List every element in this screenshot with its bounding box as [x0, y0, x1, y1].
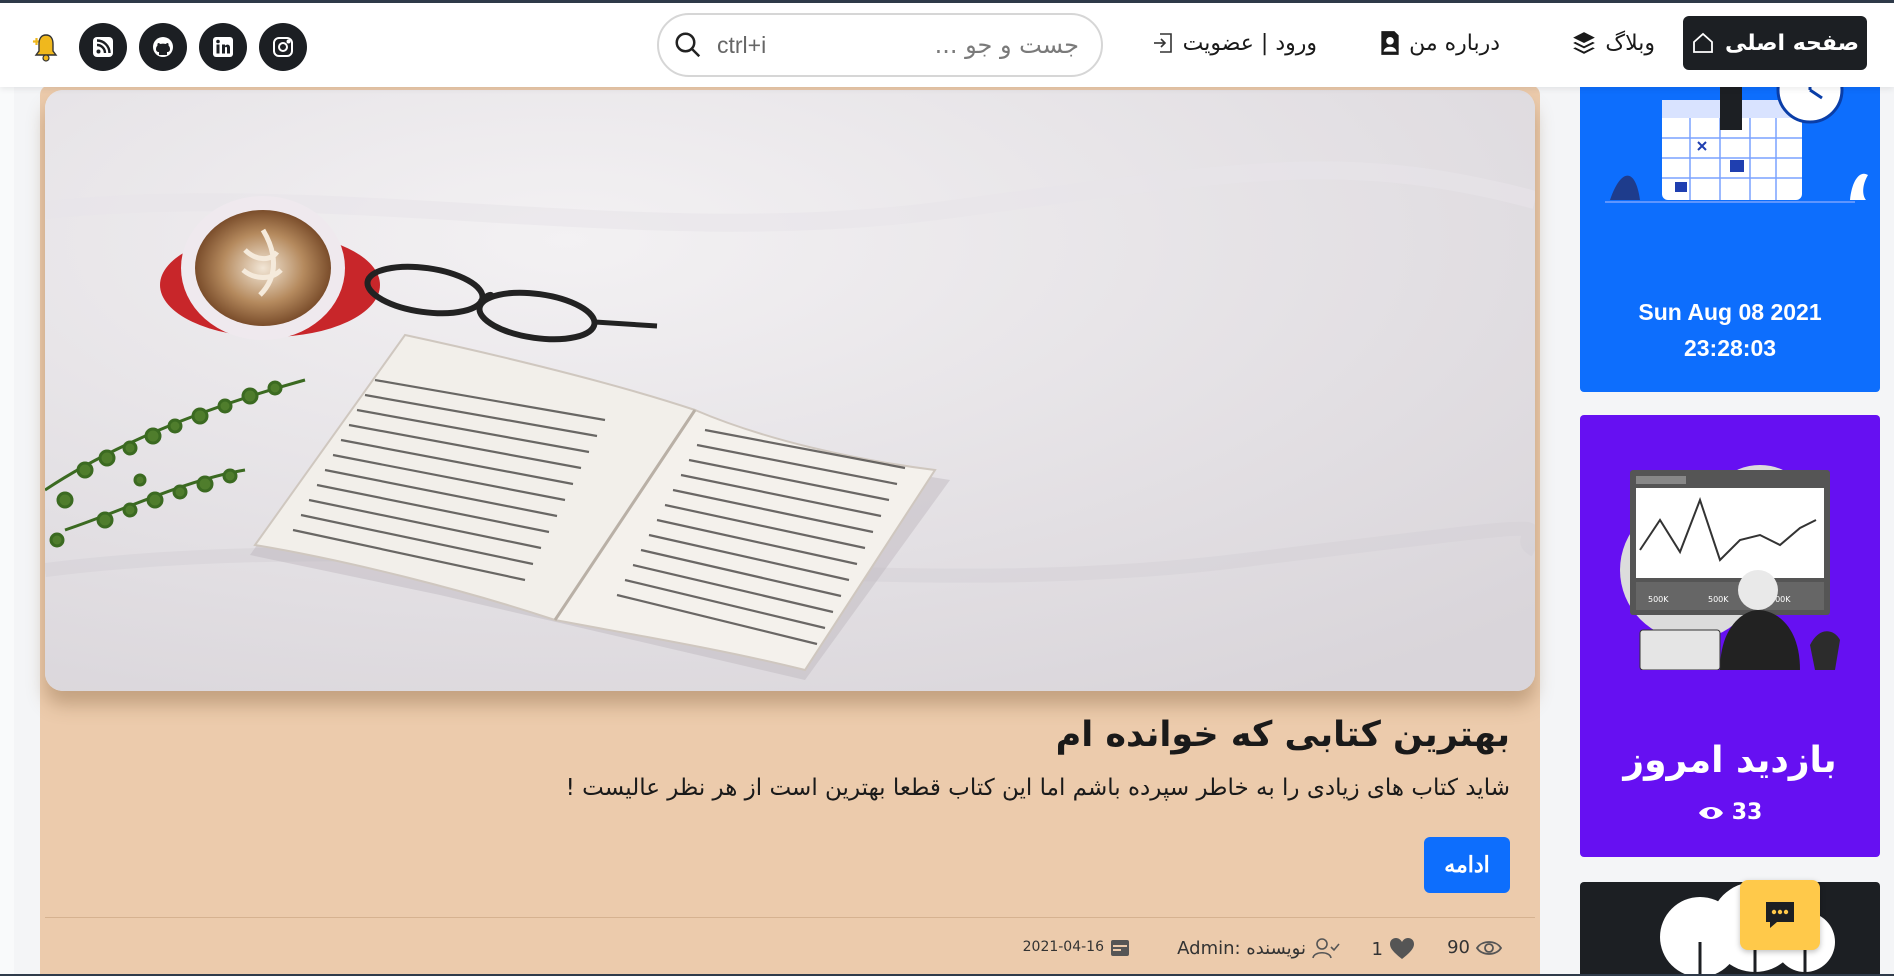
bell-plus-icon[interactable] — [20, 31, 60, 63]
linkedin-icon — [213, 37, 233, 57]
layers-icon — [1573, 32, 1596, 54]
search-shortcut-hint: ctrl+i — [717, 31, 767, 58]
cloud-illustration — [1660, 882, 1835, 976]
nav-about-link[interactable]: درباره من — [1379, 16, 1500, 70]
post-excerpt: شاید کتاب های زیادی را به خاطر سپرده باش… — [565, 775, 1510, 801]
svg-text:500K: 500K — [1648, 595, 1669, 604]
calendar-illustration — [1605, 70, 1868, 203]
book-coffee-photo — [45, 90, 1535, 691]
nav-home-button[interactable]: صفحه اصلی — [1683, 16, 1867, 70]
home-icon — [1693, 32, 1713, 53]
heart-icon[interactable] — [1389, 937, 1415, 961]
post-cover-image[interactable] — [45, 90, 1535, 691]
post-author: نویسنده :Admin — [1177, 937, 1340, 959]
eye-icon — [1476, 940, 1502, 955]
clock-widget: Sun Aug 08 2021 23:28:03 — [1580, 70, 1880, 392]
instagram-icon — [273, 37, 293, 57]
instagram-button[interactable] — [259, 23, 307, 71]
likes-count: 1 — [1371, 938, 1383, 960]
github-icon — [153, 37, 173, 57]
read-more-button[interactable]: ادامه — [1424, 837, 1510, 893]
visits-count: 33 — [1731, 800, 1763, 825]
search-input[interactable] — [766, 31, 1079, 59]
page-gutter — [0, 87, 14, 976]
search-box[interactable]: ctrl+i — [657, 13, 1103, 77]
nav-about-label: درباره من — [1409, 30, 1500, 56]
nav-login-label: ورود | عضویت — [1182, 30, 1317, 56]
visits-title: بازدید امروز — [1623, 740, 1837, 781]
calendar-icon — [1111, 940, 1129, 956]
chat-button[interactable] — [1740, 880, 1820, 950]
clock-time: 23:28:03 — [1683, 335, 1777, 361]
github-button[interactable] — [139, 23, 187, 71]
post-card: بهترین کتابی که خوانده ام شاید کتاب های … — [40, 85, 1540, 976]
chat-icon — [1766, 902, 1794, 928]
views-count: 90 — [1447, 937, 1470, 958]
post-views: 90 — [1447, 937, 1502, 958]
linkedin-button[interactable] — [199, 23, 247, 71]
login-icon — [1153, 33, 1172, 53]
visits-count-row: 33 — [1580, 800, 1880, 825]
analytics-illustration: 500K 500K 500K — [1620, 465, 1840, 670]
nav-home-label: صفحه اصلی — [1725, 30, 1859, 56]
post-divider — [45, 917, 1535, 918]
svg-text:500K: 500K — [1708, 595, 1729, 604]
person-badge-icon — [1381, 31, 1399, 55]
eye-icon — [1698, 806, 1723, 819]
clock-date: Sun Aug 08 2021 — [1638, 299, 1822, 325]
rss-button[interactable] — [79, 23, 127, 71]
date-label: 2021-04-16 — [1022, 939, 1104, 955]
visits-widget: 500K 500K 500K بازدید امروز 33 — [1580, 415, 1880, 857]
post-likes[interactable]: 1 — [1372, 937, 1415, 961]
nav-blog-label: وبلاگ — [1605, 30, 1655, 56]
nav-blog-link[interactable]: وبلاگ — [1571, 16, 1655, 70]
post-date: 2021-04-16 — [1023, 937, 1130, 957]
rss-icon — [93, 37, 113, 57]
post-title[interactable]: بهترین کتابی که خوانده ام — [1056, 715, 1510, 755]
author-label: نویسنده :Admin — [1177, 937, 1306, 959]
navbar: صفحه اصلی وبلاگ درباره من ورود | عضویت c… — [0, 3, 1894, 87]
person-check-icon — [1312, 938, 1340, 959]
clock-datetime: Sun Aug 08 2021 23:28:03 — [1580, 294, 1880, 366]
nav-login-link[interactable]: ورود | عضویت — [1151, 16, 1317, 70]
sidebar-widget-dark — [1580, 882, 1880, 976]
search-icon[interactable] — [673, 30, 703, 60]
